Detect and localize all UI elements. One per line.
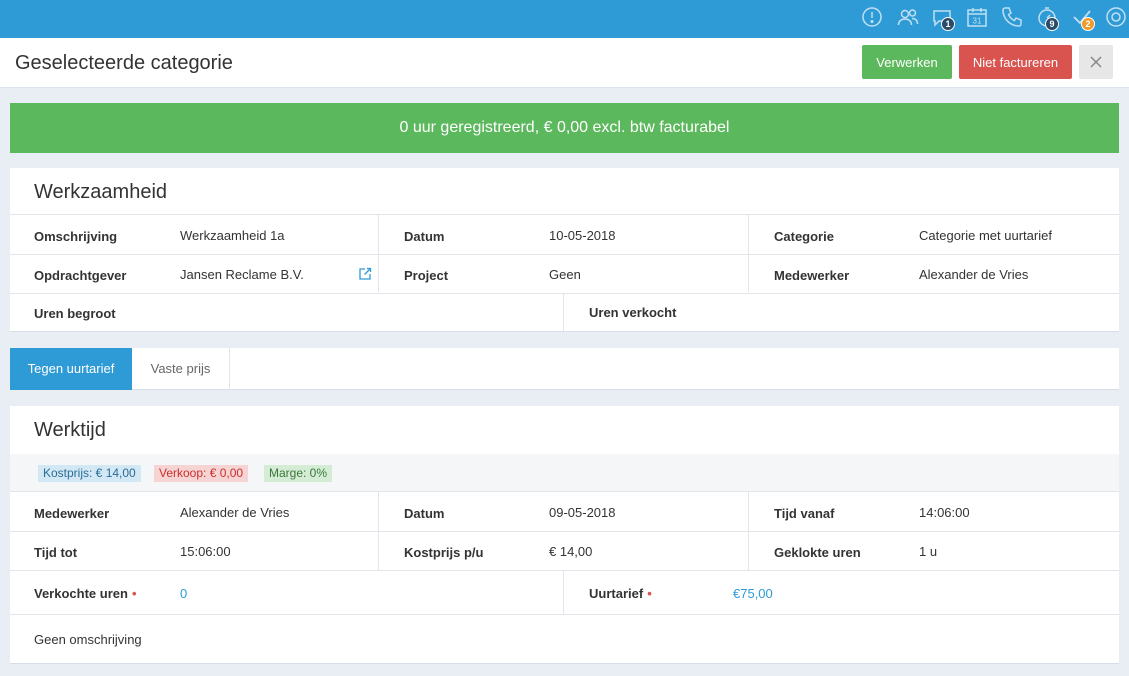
timer-icon[interactable]: 9 xyxy=(1035,5,1059,31)
sold-hours-value[interactable]: 0 xyxy=(180,586,187,601)
tasks-badge: 2 xyxy=(1081,17,1095,31)
activity-card: Werkzaamheid Omschrijving Werkzaamheid 1… xyxy=(10,168,1119,332)
external-link-icon[interactable] xyxy=(358,267,372,281)
clocked-hours-value: 1 u xyxy=(919,544,938,559)
category-value: Categorie met uurtarief xyxy=(919,228,1052,243)
project-label: Project xyxy=(404,268,449,283)
divider xyxy=(10,214,1119,215)
category-label: Categorie xyxy=(774,229,834,244)
close-icon xyxy=(1090,56,1102,68)
worktime-employee-value: Alexander de Vries xyxy=(180,505,290,520)
sale-price-tag: Verkoop: € 0,00 xyxy=(154,465,249,482)
check-icon[interactable]: 2 xyxy=(1070,5,1095,31)
required-indicator: • xyxy=(647,586,652,601)
date-value: 10-05-2018 xyxy=(549,228,616,243)
page-title: Geselecteerde categorie xyxy=(15,52,233,74)
timer-badge: 9 xyxy=(1045,17,1059,31)
rate-tabs: Tegen uurtarief Vaste prijs xyxy=(10,348,1119,390)
description-label: Omschrijving xyxy=(34,229,118,244)
divider xyxy=(10,531,1119,532)
margin-tag: Marge: 0% xyxy=(264,465,333,482)
column-divider xyxy=(748,214,749,292)
date-label: Datum xyxy=(404,229,445,244)
hourly-rate-value[interactable]: €75,00 xyxy=(733,586,773,601)
time-from-label: Tijd vanaf xyxy=(774,506,835,521)
time-from-value: 14:06:00 xyxy=(919,505,970,520)
column-divider xyxy=(563,570,564,614)
chat-badge: 1 xyxy=(941,17,955,31)
worktime-date-label: Datum xyxy=(404,506,445,521)
hours-budget-label: Uren begroot xyxy=(34,306,116,321)
time-to-label: Tijd tot xyxy=(34,545,78,560)
calendar-icon[interactable]: 31 xyxy=(965,5,989,29)
description-value: Werkzaamheid 1a xyxy=(180,228,285,243)
worktime-card: Werktijd Kostprijs: € 14,00 Verkoop: € 0… xyxy=(10,406,1119,664)
client-value: Jansen Reclame B.V. xyxy=(180,267,304,282)
alert-icon[interactable] xyxy=(860,5,884,29)
column-divider xyxy=(378,214,379,292)
no-invoice-button[interactable]: Niet factureren xyxy=(959,45,1072,79)
cost-per-hour-value: € 14,00 xyxy=(549,544,593,559)
column-divider xyxy=(563,293,564,331)
calendar-day-text: 31 xyxy=(973,17,982,26)
divider xyxy=(10,614,1119,615)
cost-price-tag: Kostprijs: € 14,00 xyxy=(38,465,141,482)
client-label: Opdrachtgever xyxy=(34,268,127,283)
top-navigation-bar: 1 31 9 2 xyxy=(0,0,1129,38)
project-value: Geen xyxy=(549,267,581,282)
employee-label: Medewerker xyxy=(774,268,850,283)
worktime-card-title: Werktijd xyxy=(34,419,106,441)
sold-hours-label-text: Verkochte uren xyxy=(34,586,128,601)
worktime-description: Geen omschrijving xyxy=(34,632,142,647)
process-button[interactable]: Verwerken xyxy=(862,45,952,79)
tab-fixed-price[interactable]: Vaste prijs xyxy=(132,348,230,390)
activity-card-title: Werkzaamheid xyxy=(34,181,168,203)
price-tag-bar: Kostprijs: € 14,00 Verkoop: € 0,00 Marge… xyxy=(10,454,1119,491)
required-indicator: • xyxy=(131,586,137,601)
hourly-rate-label-text: Uurtarief xyxy=(589,586,644,601)
settings-icon[interactable] xyxy=(1104,5,1128,29)
phone-icon[interactable] xyxy=(1000,5,1024,29)
employee-value: Alexander de Vries xyxy=(919,267,1029,282)
hours-sold-label: Uren verkocht xyxy=(589,305,677,320)
billable-summary-alert: 0 uur geregistreerd, € 0,00 excl. btw fa… xyxy=(10,103,1119,153)
cost-per-hour-label: Kostprijs p/u xyxy=(404,545,484,560)
divider xyxy=(10,570,1119,571)
hourly-rate-label: Uurtarief • xyxy=(589,586,652,601)
users-icon[interactable] xyxy=(896,5,920,29)
clocked-hours-label: Geklokte uren xyxy=(774,545,861,560)
sold-hours-label: Verkochte uren • xyxy=(34,586,137,601)
time-to-value: 15:06:00 xyxy=(180,544,231,559)
page-header: Geselecteerde categorie Verwerken Niet f… xyxy=(0,38,1129,88)
close-button[interactable] xyxy=(1079,45,1113,79)
divider xyxy=(10,254,1119,255)
chat-icon[interactable]: 1 xyxy=(930,5,955,31)
divider xyxy=(10,491,1119,492)
divider xyxy=(10,293,1119,294)
worktime-date-value: 09-05-2018 xyxy=(549,505,616,520)
worktime-employee-label: Medewerker xyxy=(34,506,110,521)
tab-hourly-rate[interactable]: Tegen uurtarief xyxy=(10,348,132,390)
